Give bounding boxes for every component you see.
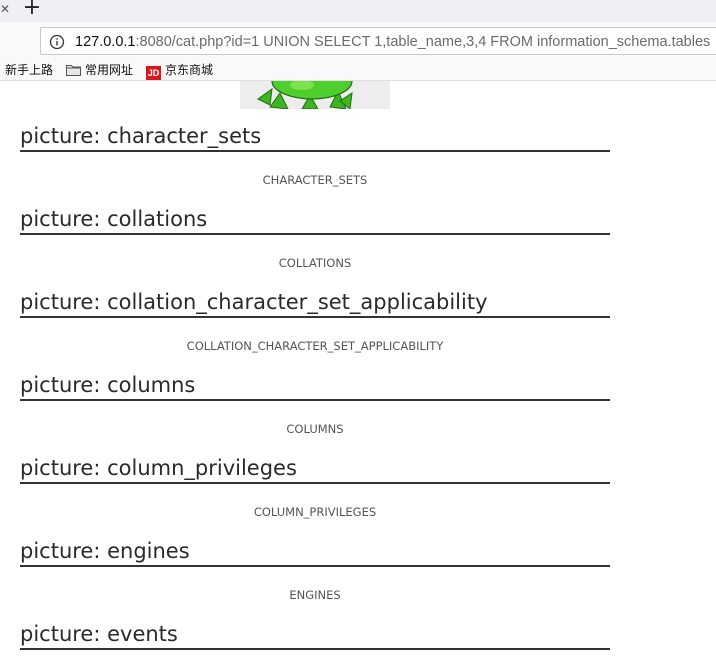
bookmark-label: 常用网址 xyxy=(85,63,134,77)
entry-title[interactable]: picture: column_privileges xyxy=(20,453,610,484)
new-tab-button[interactable]: + xyxy=(20,0,44,22)
navigation-bar: 127.0.0.1:8080/cat.php?id=1 UNION SELECT… xyxy=(0,22,716,60)
bookmark-label: 京东商城 xyxy=(165,63,214,77)
tab-strip: ✕ + xyxy=(0,0,716,23)
bookmark-newbie[interactable]: 新手上路 xyxy=(5,62,53,78)
bookmark-jd[interactable]: JD 京东商城 xyxy=(146,62,214,80)
folder-icon xyxy=(66,65,81,76)
entry-caption: COLUMNS xyxy=(286,422,344,436)
entry-caption: CHARACTER_SETS xyxy=(262,173,368,187)
entry-title[interactable]: picture: collations xyxy=(20,204,610,235)
info-icon[interactable] xyxy=(49,34,65,50)
bookmarks-bar: 新手上路 常用网址 JD 京东商城 xyxy=(0,60,716,81)
bookmark-folder-common[interactable]: 常用网址 xyxy=(66,62,133,78)
url-host: 127.0.0.1 xyxy=(75,34,136,50)
entry-caption: COLLATION_CHARACTER_SET_APPLICABILITY xyxy=(186,339,444,353)
picture-image[interactable] xyxy=(240,81,390,109)
url-path: :8080/cat.php?id=1 UNION SELECT 1,table_… xyxy=(135,34,711,50)
entry-title[interactable]: picture: columns xyxy=(20,370,610,401)
entry-title[interactable]: picture: collation_character_set_applica… xyxy=(20,287,610,318)
entry-title[interactable]: picture: engines xyxy=(20,536,610,567)
entry-caption: COLUMN_PRIVILEGES xyxy=(253,505,377,519)
entry-title[interactable]: picture: events xyxy=(20,619,610,650)
entry-caption: ENGINES xyxy=(289,588,341,602)
bookmark-label: 新手上路 xyxy=(5,63,54,77)
jd-icon: JD xyxy=(146,66,161,80)
url-text[interactable]: 127.0.0.1:8080/cat.php?id=1 UNION SELECT… xyxy=(75,33,710,51)
entry-caption: COLLATIONS xyxy=(278,256,352,270)
url-bar[interactable]: 127.0.0.1:8080/cat.php?id=1 UNION SELECT… xyxy=(40,27,716,55)
tab-close-icon[interactable]: ✕ xyxy=(0,0,10,22)
page-content: picture: character_sets CHARACTER_SETS p… xyxy=(0,81,716,672)
entry-title[interactable]: picture: character_sets xyxy=(20,121,610,152)
spiky-creature-image xyxy=(257,81,353,109)
